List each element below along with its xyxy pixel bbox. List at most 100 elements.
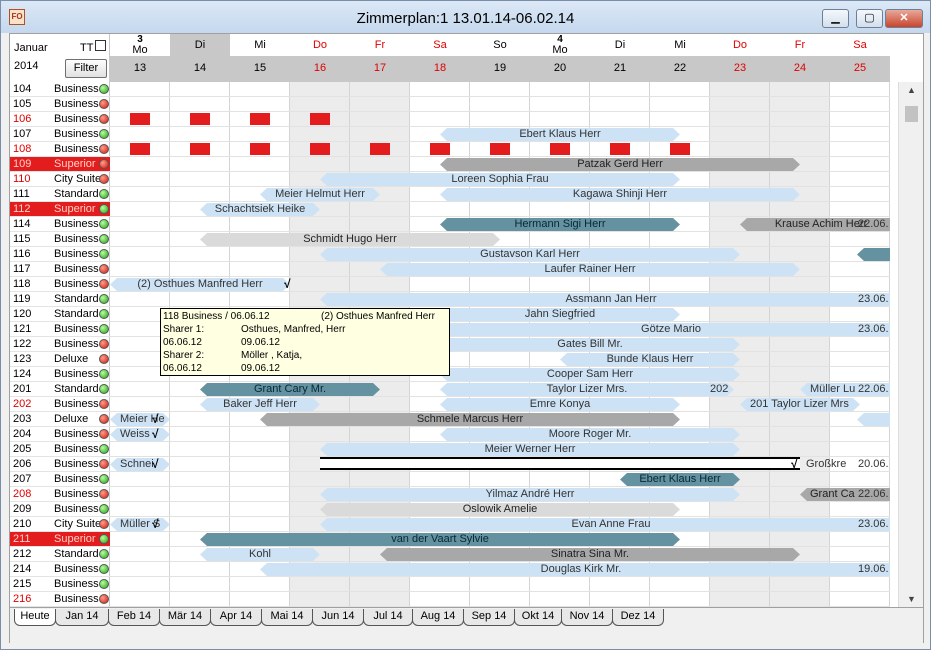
- room-row[interactable]: 209 Business: [10, 502, 110, 517]
- booking-bar[interactable]: 201 Taylor Lizer Mrs: [740, 398, 860, 411]
- booking-bar[interactable]: Ebert Klaus Herr: [620, 473, 740, 486]
- room-status-icon[interactable]: [99, 534, 109, 544]
- booking-bar[interactable]: Cooper Sam Herr: [440, 368, 740, 381]
- room-row[interactable]: 206 Business: [10, 457, 110, 472]
- room-status-icon[interactable]: [99, 144, 109, 154]
- blocked-day-marker[interactable]: [430, 143, 450, 155]
- blocked-day-marker[interactable]: [250, 143, 270, 155]
- booking-bar[interactable]: Schnei: [110, 458, 170, 471]
- booking-bar[interactable]: Assmann Jan Herr: [320, 293, 890, 306]
- room-row[interactable]: 203 Deluxe: [10, 412, 110, 427]
- booking-bar[interactable]: Oslowik Amelie: [320, 503, 680, 516]
- booking-bar[interactable]: Gustavson Karl Herr: [320, 248, 740, 261]
- day-header-7[interactable]: 4 Mo 20: [530, 34, 590, 82]
- room-status-icon[interactable]: [99, 399, 109, 409]
- room-status-icon[interactable]: [99, 309, 109, 319]
- booking-bar[interactable]: Evan Anne Frau: [320, 518, 890, 531]
- room-row[interactable]: 109 Superior: [10, 157, 110, 172]
- day-header-4[interactable]: Fr 17: [350, 34, 410, 82]
- room-row[interactable]: 115 Business: [10, 232, 110, 247]
- room-row[interactable]: 107 Business: [10, 127, 110, 142]
- blocked-day-marker[interactable]: [550, 143, 570, 155]
- booking-bar[interactable]: Moore Roger Mr.: [440, 428, 740, 441]
- booking-bar[interactable]: Emre Konya: [440, 398, 680, 411]
- blocked-day-marker[interactable]: [250, 113, 270, 125]
- booking-bar[interactable]: Schachtsiek Heike: [200, 203, 320, 216]
- room-status-icon[interactable]: [99, 279, 109, 289]
- room-status-icon[interactable]: [99, 294, 109, 304]
- room-row[interactable]: 116 Business: [10, 247, 110, 262]
- room-status-icon[interactable]: [99, 474, 109, 484]
- blocked-day-marker[interactable]: [310, 113, 330, 125]
- booking-bar[interactable]: Douglas Kirk Mr.: [260, 563, 890, 576]
- room-row[interactable]: 124 Business: [10, 367, 110, 382]
- day-header-0[interactable]: 3 Mo 13: [110, 34, 170, 82]
- booking-bar[interactable]: Sinatra Sina Mr.: [380, 548, 800, 561]
- day-header-3[interactable]: Do 16: [290, 34, 350, 82]
- room-status-icon[interactable]: [99, 564, 109, 574]
- blocked-day-marker[interactable]: [490, 143, 510, 155]
- room-row[interactable]: 117 Business: [10, 262, 110, 277]
- scroll-up-icon[interactable]: ▲: [899, 82, 924, 98]
- tab-apr-14[interactable]: Apr 14: [210, 609, 262, 626]
- room-row[interactable]: 216 Business: [10, 592, 110, 607]
- room-row[interactable]: 104 Business: [10, 82, 110, 97]
- room-row[interactable]: 210 City Suite: [10, 517, 110, 532]
- room-status-icon[interactable]: [99, 114, 109, 124]
- room-status-icon[interactable]: [99, 204, 109, 214]
- room-row[interactable]: 119 Standard: [10, 292, 110, 307]
- close-button[interactable]: ✕: [885, 9, 923, 28]
- room-row[interactable]: 208 Business: [10, 487, 110, 502]
- room-status-icon[interactable]: [99, 339, 109, 349]
- room-status-icon[interactable]: [99, 579, 109, 589]
- booking-bar[interactable]: Meier Helmut Herr: [260, 188, 380, 201]
- title-bar[interactable]: FO Zimmerplan:1 13.01.14-06.02.14 ▁ ▢ ✕: [1, 1, 930, 33]
- room-row[interactable]: 111 Standard: [10, 187, 110, 202]
- booking-bar[interactable]: Kagawa Shinji Herr: [440, 188, 800, 201]
- room-row[interactable]: 110 City Suite: [10, 172, 110, 187]
- room-status-icon[interactable]: [99, 384, 109, 394]
- room-status-icon[interactable]: [99, 99, 109, 109]
- booking-bar[interactable]: Meier He: [110, 413, 170, 426]
- room-row[interactable]: 121 Business: [10, 322, 110, 337]
- room-row[interactable]: 212 Standard: [10, 547, 110, 562]
- room-row[interactable]: 123 Deluxe: [10, 352, 110, 367]
- minimize-button[interactable]: ▁: [822, 9, 849, 28]
- blocked-day-marker[interactable]: [310, 143, 330, 155]
- tab-jan-14[interactable]: Jan 14: [55, 609, 109, 626]
- booking-bar[interactable]: [857, 248, 890, 261]
- room-status-icon[interactable]: [99, 459, 109, 469]
- tab-heute[interactable]: Heute: [14, 609, 56, 626]
- scrollbar-thumb[interactable]: [905, 106, 918, 122]
- booking-bar[interactable]: Gates Bill Mr.: [440, 338, 740, 351]
- room-status-icon[interactable]: [99, 234, 109, 244]
- booking-bar[interactable]: Müller S: [110, 518, 170, 531]
- day-header-12[interactable]: Sa 25: [830, 34, 890, 82]
- day-header-11[interactable]: Fr 24: [770, 34, 830, 82]
- booking-bar[interactable]: Baker Jeff Herr: [200, 398, 320, 411]
- blocked-day-marker[interactable]: [610, 143, 630, 155]
- tab-aug-14[interactable]: Aug 14: [412, 609, 464, 626]
- room-row[interactable]: 211 Superior: [10, 532, 110, 547]
- room-status-icon[interactable]: [99, 489, 109, 499]
- booking-bar[interactable]: Hermann Sigi Herr: [440, 218, 680, 231]
- tab-nov-14[interactable]: Nov 14: [561, 609, 613, 626]
- booking-bar[interactable]: Meier Werner Herr: [320, 443, 740, 456]
- blocked-day-marker[interactable]: [130, 143, 150, 155]
- tt-checkbox[interactable]: [95, 40, 106, 51]
- room-row[interactable]: 215 Business: [10, 577, 110, 592]
- tab-feb-14[interactable]: Feb 14: [108, 609, 160, 626]
- tab-okt-14[interactable]: Okt 14: [514, 609, 562, 626]
- room-status-icon[interactable]: [99, 429, 109, 439]
- booking-bar[interactable]: Yilmaz André Herr: [320, 488, 740, 501]
- room-status-icon[interactable]: [99, 174, 109, 184]
- blocked-day-marker[interactable]: [190, 143, 210, 155]
- day-header-6[interactable]: So 19: [470, 34, 530, 82]
- room-row[interactable]: 106 Business: [10, 112, 110, 127]
- day-header-2[interactable]: Mi 15: [230, 34, 290, 82]
- room-status-icon[interactable]: [99, 354, 109, 364]
- booking-bar[interactable]: Jahn Siegfried: [440, 308, 680, 321]
- room-status-icon[interactable]: [99, 549, 109, 559]
- room-row[interactable]: 204 Business: [10, 427, 110, 442]
- room-status-icon[interactable]: [99, 189, 109, 199]
